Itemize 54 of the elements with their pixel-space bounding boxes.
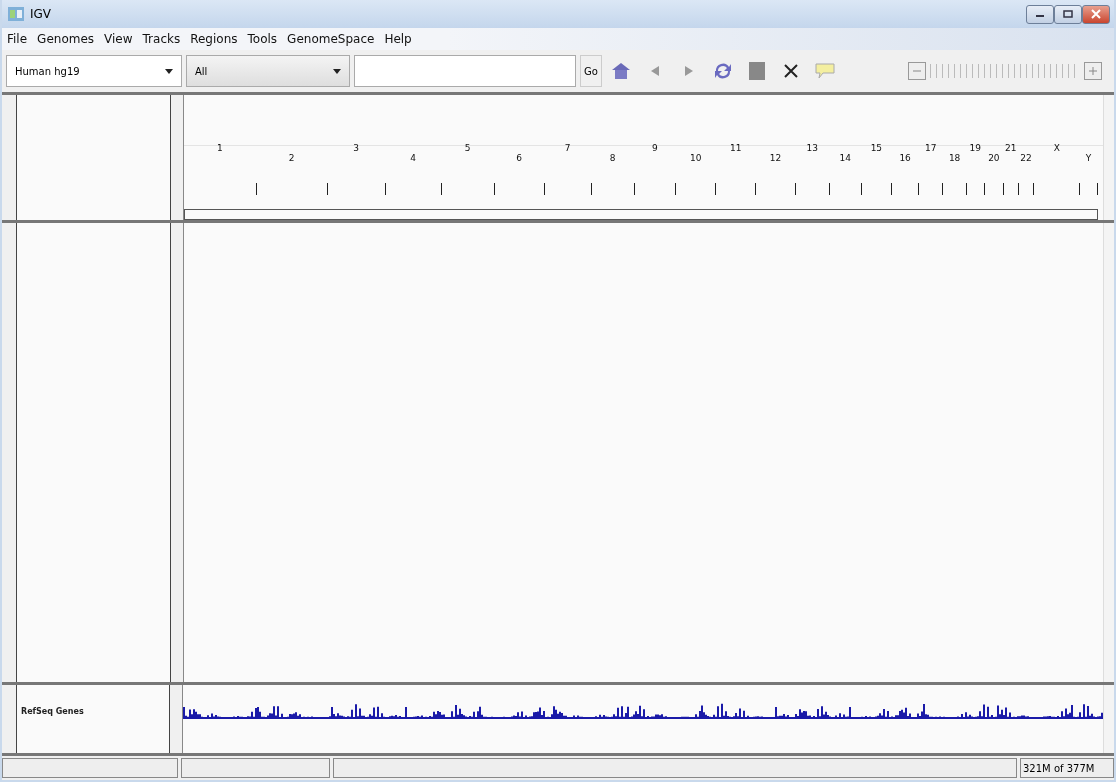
chromosome-label: 4 (410, 153, 416, 163)
chromosome-label: 20 (988, 153, 1000, 163)
menu-item[interactable]: Tracks (137, 32, 186, 46)
chromosome-value: All (195, 65, 208, 77)
scrollbar[interactable] (1103, 685, 1114, 753)
chromosome-label: 5 (464, 143, 471, 153)
maximize-button[interactable] (1054, 4, 1082, 24)
go-button[interactable]: Go (580, 55, 602, 87)
menu-item[interactable]: View (99, 32, 138, 46)
chromosome-label: 21 (1005, 143, 1017, 153)
memory-status: 321M of 377M (1020, 758, 1114, 778)
minimize-button[interactable] (1026, 4, 1054, 24)
chromosome-label: 16 (899, 153, 911, 163)
chromosome-label: Y (1085, 153, 1092, 163)
scrollbar[interactable] (1103, 223, 1114, 682)
chromosome-label: 6 (516, 153, 523, 163)
chromosome-label: 1 (216, 143, 223, 153)
chromosome-label: 22 (1020, 153, 1032, 163)
locus-field[interactable] (354, 55, 576, 87)
chromosome-label: 14 (839, 153, 851, 163)
chromosome-label: 11 (729, 143, 742, 153)
chromosome-label: 13 (806, 143, 818, 153)
chromosome-label: 15 (870, 143, 883, 153)
window-title: IGV (30, 7, 52, 21)
zoom-out-icon[interactable] (908, 62, 926, 80)
chromosome-label: 2 (288, 153, 295, 163)
chromosome-label: 18 (948, 153, 961, 163)
chromosome-label: 7 (564, 143, 571, 153)
menu-item[interactable]: Regions (185, 32, 243, 46)
maximize-icon (1063, 10, 1073, 18)
chromosome-label: 3 (353, 143, 359, 153)
scrollbar[interactable] (1103, 95, 1114, 220)
caret-icon (165, 68, 173, 74)
chromosome-label: 12 (769, 153, 782, 163)
chromosome-label: 8 (609, 153, 616, 163)
caret-icon (333, 68, 341, 74)
menu-item[interactable]: GenomeSpace (282, 32, 380, 46)
menu-item[interactable]: Genomes (32, 32, 100, 46)
close-icon (1091, 9, 1101, 19)
chromosome-dropdown[interactable]: All (186, 55, 350, 87)
chromosome-label: 10 (689, 153, 702, 163)
genome-dropdown[interactable]: Human hg19 (6, 55, 182, 87)
chromosome-label: 19 (969, 143, 982, 153)
menu-item[interactable]: File (2, 32, 33, 46)
menu-item[interactable]: Tools (242, 32, 283, 46)
track-name: RefSeq Genes (21, 707, 84, 716)
app-icon (8, 7, 24, 21)
genome-value: Human hg19 (15, 65, 80, 77)
zoom-in-icon[interactable] (1084, 62, 1102, 80)
chromosome-label: 17 (925, 143, 937, 153)
chromosome-label: 9 (651, 143, 658, 153)
close-button[interactable] (1082, 4, 1110, 24)
menu-item[interactable]: Help (379, 32, 417, 46)
chromosome-label: X (1053, 143, 1060, 153)
